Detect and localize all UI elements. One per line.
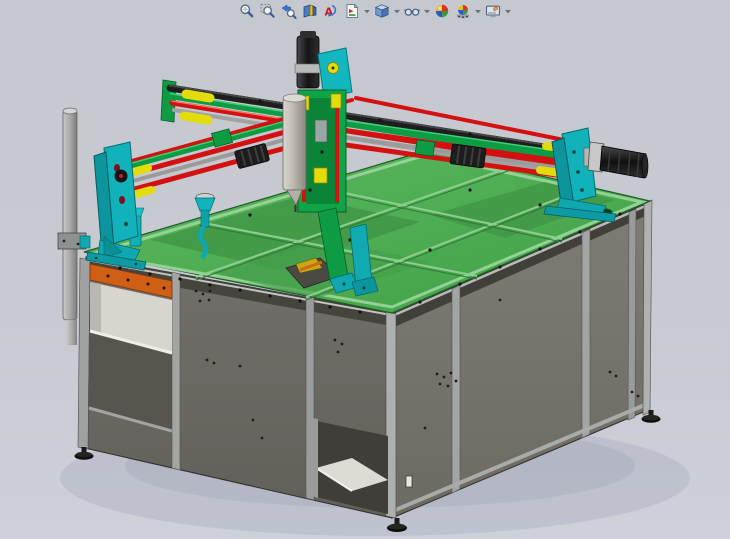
previous-view-button[interactable] (279, 2, 298, 21)
z-motor[interactable] (297, 36, 319, 88)
zoom-fit-icon (239, 3, 255, 19)
dropdown-arrow-icon[interactable] (503, 2, 512, 21)
dropdown-arrow-icon[interactable] (392, 2, 401, 21)
hide-show-items-button[interactable] (402, 2, 421, 21)
3d-viewport[interactable] (0, 0, 730, 539)
display-style-icon (374, 3, 390, 19)
section-view-icon (302, 3, 318, 19)
display-style-button[interactable] (372, 2, 391, 21)
cad-viewport-window: A (0, 0, 730, 539)
scene-sphere-icon (455, 3, 471, 19)
zoom-to-area-button[interactable] (258, 2, 277, 21)
dropdown-arrow-icon[interactable] (362, 2, 371, 21)
annotation-views-button[interactable]: A (321, 2, 340, 21)
dropdown-arrow-icon[interactable] (473, 2, 482, 21)
view-orientation-icon (344, 3, 360, 19)
zoom-area-icon (260, 3, 276, 19)
view-settings-icon (485, 3, 501, 19)
zoom-to-fit-button[interactable] (237, 2, 256, 21)
heads-up-view-toolbar: A (236, 1, 512, 21)
edit-appearance-button[interactable] (432, 2, 451, 21)
rotate-a-icon: A (323, 3, 339, 19)
previous-view-icon (281, 3, 297, 19)
appearance-sphere-icon (434, 3, 450, 19)
dropdown-arrow-icon[interactable] (422, 2, 431, 21)
view-settings-button[interactable] (483, 2, 502, 21)
section-view-button[interactable] (300, 2, 319, 21)
apply-scene-button[interactable] (453, 2, 472, 21)
eyeglasses-icon (404, 3, 420, 19)
view-orientation-button[interactable] (342, 2, 361, 21)
svg-text:A: A (324, 6, 333, 19)
